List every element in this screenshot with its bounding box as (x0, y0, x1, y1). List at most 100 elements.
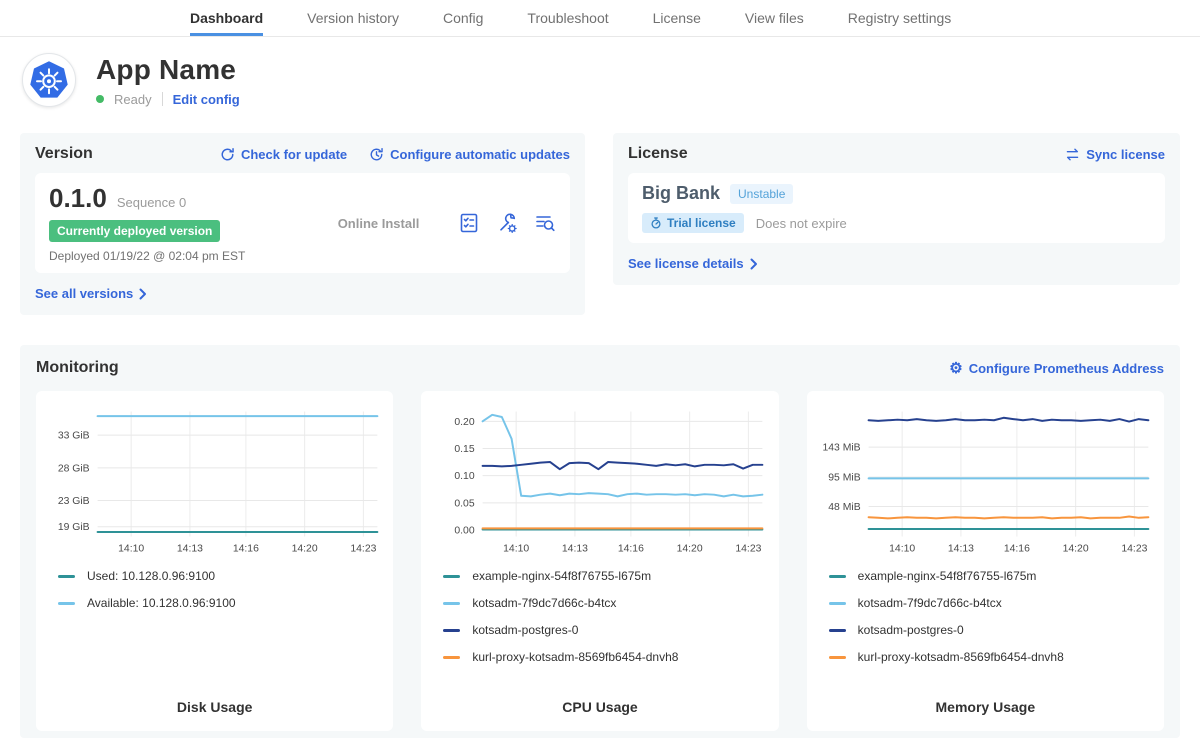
svg-text:28 GiB: 28 GiB (58, 463, 90, 474)
legend-swatch (829, 602, 846, 605)
memory-usage-chart-card: 48 MiB95 MiB143 MiB14:1014:1314:1614:201… (807, 391, 1164, 731)
svg-text:14:23: 14:23 (736, 543, 762, 554)
svg-text:14:16: 14:16 (1004, 543, 1030, 554)
configure-prometheus-link[interactable]: ⚙ Configure Prometheus Address (949, 361, 1164, 376)
chart-title: CPU Usage (431, 691, 768, 719)
preflight-checks-icon[interactable] (458, 212, 480, 234)
svg-text:14:23: 14:23 (1121, 543, 1147, 554)
svg-text:48 MiB: 48 MiB (828, 502, 860, 513)
svg-text:0.15: 0.15 (455, 444, 475, 455)
legend-swatch (829, 629, 846, 632)
sync-license-label: Sync license (1086, 147, 1165, 162)
svg-text:14:16: 14:16 (233, 543, 259, 554)
kubernetes-icon (29, 60, 69, 100)
svg-text:19 GiB: 19 GiB (58, 522, 90, 533)
current-version-card: 0.1.0 Sequence 0 Currently deployed vers… (35, 173, 570, 273)
disk-usage-plot: 19 GiB23 GiB28 GiB33 GiB14:1014:1314:161… (46, 401, 383, 559)
legend-swatch (443, 656, 460, 659)
license-panel-title: License (628, 145, 688, 163)
monitoring-title: Monitoring (36, 359, 119, 377)
legend-label: kotsadm-postgres-0 (858, 623, 964, 637)
svg-text:14:10: 14:10 (503, 543, 529, 554)
svg-text:14:13: 14:13 (562, 543, 588, 554)
legend-item: kotsadm-postgres-0 (829, 623, 1154, 637)
license-detail-card: Big Bank Unstable Trial license Do (628, 173, 1165, 243)
legend-label: example-nginx-54f8f76755-l675m (858, 569, 1037, 583)
svg-text:14:13: 14:13 (948, 543, 974, 554)
monitoring-panel: Monitoring ⚙ Configure Prometheus Addres… (20, 345, 1180, 738)
clock-refresh-icon (369, 147, 384, 162)
tab-license[interactable]: License (653, 0, 701, 36)
legend-item: kurl-proxy-kotsadm-8569fb6454-dnvh8 (443, 650, 768, 664)
edit-config-link[interactable]: Edit config (173, 92, 240, 107)
divider (162, 92, 163, 106)
view-logs-icon[interactable] (534, 212, 556, 234)
svg-text:14:20: 14:20 (677, 543, 703, 554)
svg-text:0.10: 0.10 (455, 471, 475, 482)
legend-item: kotsadm-7f9dc7d66c-b4tcx (829, 596, 1154, 610)
legend-swatch (58, 575, 75, 578)
see-all-versions-link[interactable]: See all versions (35, 286, 147, 301)
sync-arrows-icon (1065, 147, 1080, 162)
sequence-label: Sequence 0 (117, 195, 186, 210)
legend-item: Available: 10.128.0.96:9100 (58, 596, 383, 610)
status-text: Ready (114, 92, 152, 107)
legend-swatch (443, 575, 460, 578)
tab-troubleshoot[interactable]: Troubleshoot (527, 0, 608, 36)
tab-config[interactable]: Config (443, 0, 483, 36)
chart-title: Memory Usage (817, 691, 1154, 719)
legend-label: Available: 10.128.0.96:9100 (87, 596, 236, 610)
cpu-usage-plot: 0.000.050.100.150.2014:1014:1314:1614:20… (431, 401, 768, 559)
version-panel-title: Version (35, 145, 93, 163)
svg-text:14:13: 14:13 (177, 543, 203, 554)
legend-label: kurl-proxy-kotsadm-8569fb6454-dnvh8 (858, 650, 1064, 664)
license-expiry: Does not expire (756, 216, 847, 231)
version-number: 0.1.0 (49, 183, 107, 214)
tab-view-files[interactable]: View files (745, 0, 804, 36)
svg-text:95 MiB: 95 MiB (828, 473, 860, 484)
svg-text:14:10: 14:10 (118, 543, 144, 554)
disk-usage-chart-card: 19 GiB23 GiB28 GiB33 GiB14:1014:1314:161… (36, 391, 393, 731)
see-license-details-label: See license details (628, 256, 744, 271)
chart-title: Disk Usage (46, 691, 383, 719)
trial-license-label: Trial license (667, 216, 736, 230)
legend-item: example-nginx-54f8f76755-l675m (443, 569, 768, 583)
sync-license-link[interactable]: Sync license (1065, 147, 1165, 162)
legend-swatch (58, 602, 75, 605)
svg-text:0.20: 0.20 (455, 417, 475, 428)
tab-registry-settings[interactable]: Registry settings (848, 0, 951, 36)
memory-usage-plot: 48 MiB95 MiB143 MiB14:1014:1314:1614:201… (817, 401, 1154, 559)
cpu-usage-legend: example-nginx-54f8f76755-l675m kotsadm-7… (443, 569, 768, 664)
legend-label: kurl-proxy-kotsadm-8569fb6454-dnvh8 (472, 650, 678, 664)
refresh-icon (220, 147, 235, 162)
channel-badge: Unstable (730, 184, 793, 204)
legend-swatch (829, 656, 846, 659)
legend-label: kotsadm-7f9dc7d66c-b4tcx (858, 596, 1002, 610)
disk-usage-legend: Used: 10.128.0.96:9100 Available: 10.128… (58, 569, 383, 610)
tab-version-history[interactable]: Version history (307, 0, 399, 36)
see-all-versions-label: See all versions (35, 286, 133, 301)
check-for-update-link[interactable]: Check for update (220, 147, 347, 162)
legend-item: example-nginx-54f8f76755-l675m (829, 569, 1154, 583)
svg-text:23 GiB: 23 GiB (58, 496, 90, 507)
legend-item: Used: 10.128.0.96:9100 (58, 569, 383, 583)
app-logo (22, 53, 76, 107)
app-header: App Name Ready Edit config (0, 37, 1200, 121)
legend-swatch (443, 602, 460, 605)
tab-dashboard[interactable]: Dashboard (190, 0, 263, 36)
legend-label: Used: 10.128.0.96:9100 (87, 569, 215, 583)
svg-text:14:20: 14:20 (1062, 543, 1088, 554)
legend-swatch (443, 629, 460, 632)
gear-icon: ⚙ (949, 361, 962, 376)
svg-text:0.00: 0.00 (455, 526, 475, 537)
legend-item: kotsadm-postgres-0 (443, 623, 768, 637)
status-dot (96, 95, 104, 103)
see-license-details-link[interactable]: See license details (628, 256, 758, 271)
configure-automatic-updates-link[interactable]: Configure automatic updates (369, 147, 570, 162)
memory-usage-legend: example-nginx-54f8f76755-l675m kotsadm-7… (829, 569, 1154, 664)
config-wrench-icon[interactable] (496, 212, 518, 234)
stopwatch-icon (650, 217, 662, 229)
top-nav: Dashboard Version history Config Trouble… (0, 0, 1200, 37)
install-type-label: Online Install (299, 216, 458, 231)
trial-license-badge: Trial license (642, 213, 744, 233)
